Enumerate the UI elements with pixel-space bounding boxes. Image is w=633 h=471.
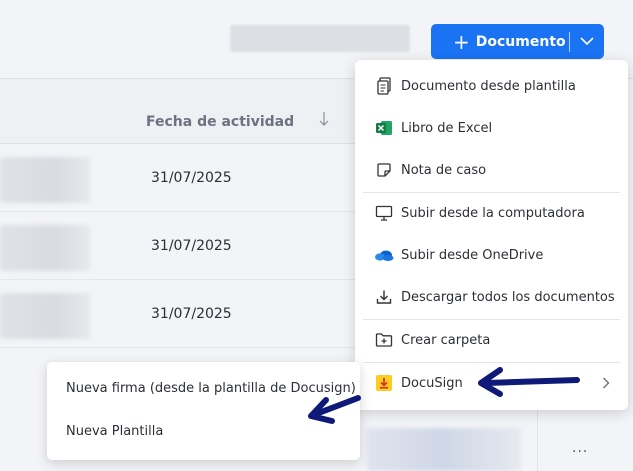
note-icon <box>374 160 394 180</box>
activity-date: 31/07/2025 <box>151 238 232 254</box>
menu-item-label: Crear carpeta <box>401 332 491 348</box>
menu-item-document-from-template[interactable]: Documento desde plantilla <box>355 65 628 107</box>
menu-item-label: Documento desde plantilla <box>401 78 576 94</box>
menu-item-upload-from-onedrive[interactable]: Subir desde OneDrive <box>355 234 628 276</box>
column-header-activity-date[interactable]: Fecha de actividad <box>146 114 294 130</box>
sort-down-icon[interactable] <box>318 111 330 127</box>
menu-item-upload-from-computer[interactable]: Subir desde la computadora <box>355 192 628 234</box>
excel-icon <box>374 118 394 138</box>
monitor-icon <box>374 203 394 223</box>
activity-date: 31/07/2025 <box>151 170 232 186</box>
redacted-cell <box>367 428 521 471</box>
redacted-name <box>0 293 90 339</box>
menu-item-label: Descargar todos los documentos <box>401 289 615 305</box>
document-template-icon <box>374 76 394 96</box>
more-actions-icon[interactable]: ... <box>572 440 588 456</box>
plus-icon: + <box>453 29 470 54</box>
docusign-icon <box>374 373 394 393</box>
onedrive-icon <box>374 245 394 265</box>
new-document-split-button[interactable]: + Documento <box>431 24 604 59</box>
menu-item-excel-workbook[interactable]: Libro de Excel <box>355 107 628 149</box>
download-icon <box>374 287 394 307</box>
menu-item-label: Subir desde OneDrive <box>401 247 544 263</box>
redacted-name <box>0 225 90 271</box>
menu-item-label: Nota de caso <box>401 162 487 178</box>
folder-add-icon <box>374 330 394 350</box>
menu-item-label: Libro de Excel <box>401 120 493 136</box>
redacted-field <box>230 25 410 52</box>
menu-item-case-note[interactable]: Nota de caso <box>355 149 628 191</box>
menu-item-create-folder[interactable]: Crear carpeta <box>355 319 628 361</box>
column-divider <box>537 400 538 471</box>
menu-item-label: DocuSign <box>401 375 463 391</box>
docusign-submenu: Nueva firma (desde la plantilla de Docus… <box>47 362 360 460</box>
new-document-button[interactable]: + Documento <box>431 24 569 59</box>
submenu-item-new-signature[interactable]: Nueva firma (desde la plantilla de Docus… <box>66 381 356 396</box>
submenu-item-new-template[interactable]: Nueva Plantilla <box>66 424 163 439</box>
chevron-down-icon <box>580 37 594 46</box>
menu-item-label: Subir desde la computadora <box>401 205 585 221</box>
new-document-dropdown-toggle[interactable] <box>570 24 604 59</box>
redacted-name <box>0 157 90 203</box>
activity-date: 31/07/2025 <box>151 306 232 322</box>
new-document-label: Documento <box>475 33 566 50</box>
menu-item-download-all[interactable]: Descargar todos los documentos <box>355 276 628 318</box>
chevron-right-icon <box>603 377 610 389</box>
new-document-menu: Documento desde plantilla Libro de Excel… <box>355 60 628 410</box>
menu-item-docusign[interactable]: DocuSign <box>355 362 628 404</box>
